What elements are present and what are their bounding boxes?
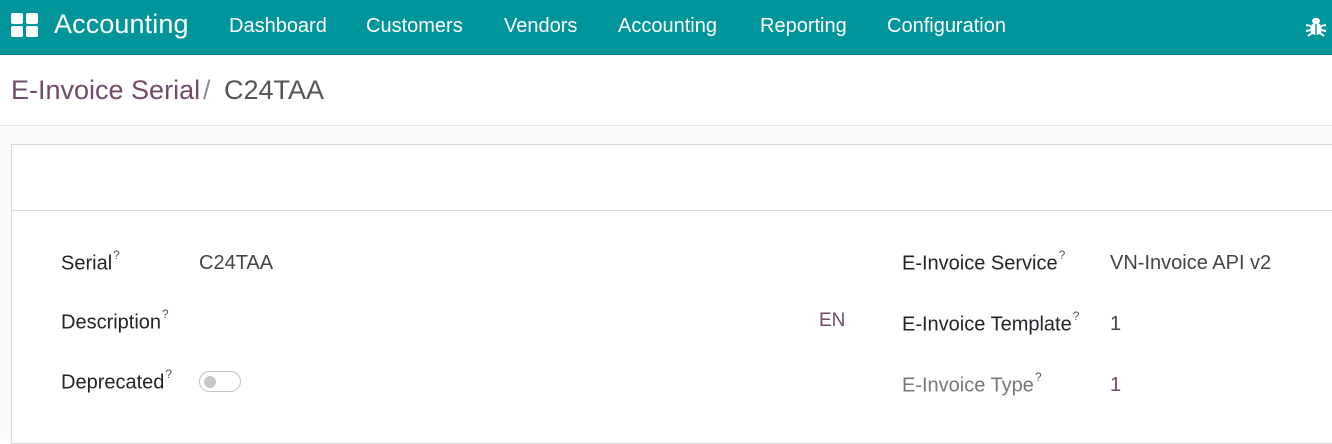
type-label: E-Invoice Type?: [902, 370, 1042, 397]
help-icon[interactable]: ?: [165, 367, 172, 381]
description-label: Description?: [61, 307, 169, 334]
description-field[interactable]: [199, 310, 799, 334]
control-panel: E-Invoice Serial / C24TAA: [0, 56, 1332, 126]
template-value[interactable]: 1: [1110, 313, 1121, 336]
language-button[interactable]: EN: [819, 310, 845, 332]
deprecated-label: Deprecated?: [61, 367, 173, 394]
sheet-header: [12, 145, 1332, 211]
service-value[interactable]: VN-Invoice API v2: [1110, 252, 1271, 275]
serial-label: Serial?: [61, 248, 120, 275]
breadcrumb-parent[interactable]: E-Invoice Serial: [11, 75, 200, 106]
menu-dashboard[interactable]: Dashboard: [229, 15, 327, 38]
help-icon[interactable]: ?: [1059, 248, 1066, 262]
app-brand[interactable]: Accounting: [54, 9, 189, 40]
serial-value[interactable]: C24TAA: [199, 252, 273, 275]
help-icon[interactable]: ?: [113, 248, 120, 262]
help-icon[interactable]: ?: [1073, 309, 1080, 323]
menu-accounting[interactable]: Accounting: [618, 15, 717, 38]
breadcrumb-separator: /: [203, 75, 211, 105]
menu-customers[interactable]: Customers: [366, 15, 463, 38]
template-label: E-Invoice Template?: [902, 309, 1080, 336]
top-navbar: Accounting Dashboard Customers Vendors A…: [0, 0, 1332, 55]
breadcrumb-current: C24TAA: [224, 75, 325, 105]
form-sheet: Serial? C24TAA Description? EN Deprecate…: [11, 144, 1332, 444]
form-view: Serial? C24TAA Description? EN Deprecate…: [0, 127, 1332, 444]
deprecated-toggle[interactable]: [199, 371, 241, 392]
help-icon[interactable]: ?: [1035, 370, 1042, 384]
toggle-knob: [204, 376, 216, 388]
bug-icon[interactable]: [1305, 14, 1327, 38]
menu-reporting[interactable]: Reporting: [760, 15, 847, 38]
type-value[interactable]: 1: [1110, 374, 1121, 397]
service-label: E-Invoice Service?: [902, 248, 1066, 275]
apps-grid-icon[interactable]: [11, 13, 38, 37]
help-icon[interactable]: ?: [162, 307, 169, 321]
menu-configuration[interactable]: Configuration: [887, 15, 1006, 38]
menu-vendors[interactable]: Vendors: [504, 15, 577, 38]
